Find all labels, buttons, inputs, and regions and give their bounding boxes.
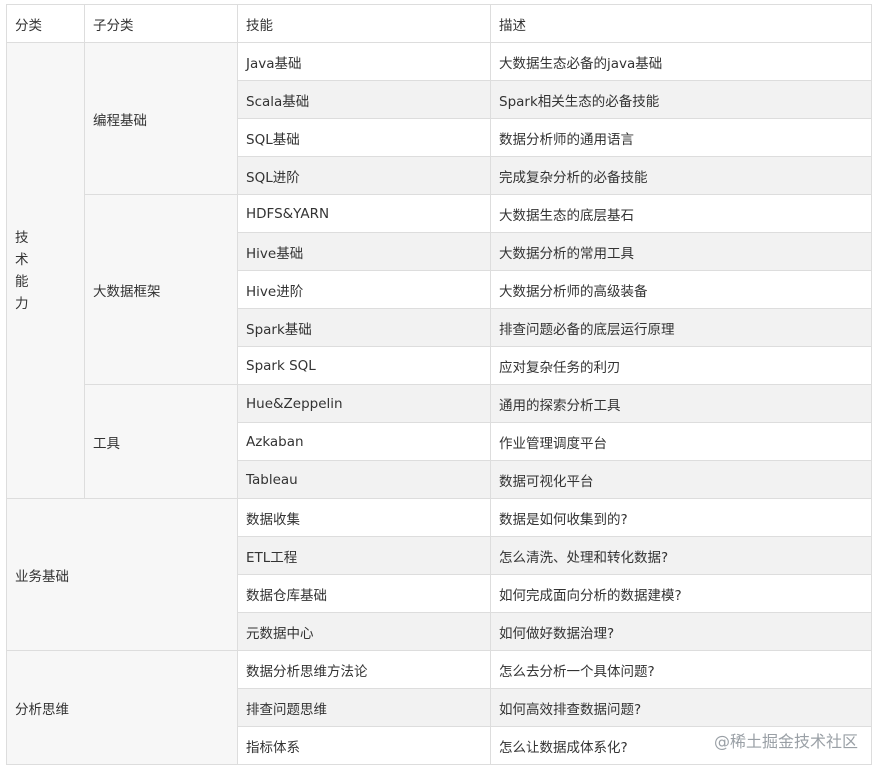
subcategory-programming: 编程基础 [84, 42, 238, 195]
header-subcategory: 子分类 [84, 4, 238, 43]
skill-cell: Hive进阶 [237, 270, 491, 309]
description-cell: 应对复杂任务的利刃 [490, 346, 872, 385]
skill-cell: 元数据中心 [237, 612, 491, 651]
description-cell: 大数据生态必备的java基础 [490, 42, 872, 81]
skill-cell: Hive基础 [237, 232, 491, 271]
header-skill: 技能 [237, 4, 491, 43]
description-cell: 大数据生态的底层基石 [490, 194, 872, 233]
subcategory-bigdata: 大数据框架 [84, 194, 238, 385]
header-description: 描述 [490, 4, 872, 43]
description-cell: 怎么去分析一个具体问题? [490, 650, 872, 689]
description-cell: 完成复杂分析的必备技能 [490, 156, 872, 195]
skill-cell: Spark基础 [237, 308, 491, 347]
description-cell: 如何高效排查数据问题? [490, 688, 872, 727]
skill-cell: Java基础 [237, 42, 491, 81]
skill-cell: Azkaban [237, 422, 491, 461]
description-cell: 大数据分析的常用工具 [490, 232, 872, 271]
watermark: @稀土掘金技术社区 [713, 732, 858, 751]
description-cell: 数据分析师的通用语言 [490, 118, 872, 157]
description-cell: 大数据分析师的高级装备 [490, 270, 872, 309]
category-tech-cell: 技 术 能 力 [6, 42, 85, 499]
skill-cell: Hue&Zeppelin [237, 384, 491, 423]
table-row: 大数据框架 HDFS&YARN 大数据生态的底层基石 [7, 194, 872, 385]
category-tech-label: 技 术 能 力 [15, 229, 29, 312]
description-cell: 如何完成面向分析的数据建模? [490, 574, 872, 613]
skill-cell: 数据收集 [237, 498, 491, 537]
description-cell: 如何做好数据治理? [490, 612, 872, 651]
category-business: 业务基础 [6, 498, 238, 651]
subcategory-tools: 工具 [84, 384, 238, 499]
description-cell: 怎么清洗、处理和转化数据? [490, 536, 872, 575]
skill-cell: ETL工程 [237, 536, 491, 575]
header-row: 分类 子分类 技能 描述 [6, 4, 872, 43]
description-cell: 排查问题必备的底层运行原理 [490, 308, 872, 347]
skill-cell: Scala基础 [237, 80, 491, 119]
table-row: 技 术 能 力 编程基础 Java基础 大数据生态必备的java基础 [6, 42, 872, 499]
skill-cell: 数据分析思维方法论 [237, 650, 491, 689]
skill-cell: SQL基础 [237, 118, 491, 157]
description-cell: 数据是如何收集到的? [490, 498, 872, 537]
description-cell: Spark相关生态的必备技能 [490, 80, 872, 119]
skill-cell: HDFS&YARN [237, 194, 491, 233]
category-thinking: 分析思维 [6, 650, 238, 765]
skill-cell: Tableau [237, 460, 491, 499]
table-row: 分析思维 数据分析思维方法论 怎么去分析一个具体问题? [6, 650, 872, 765]
description-cell: 通用的探索分析工具 [490, 384, 872, 423]
skill-cell: 排查问题思维 [237, 688, 491, 727]
table-row: 业务基础 数据收集 数据是如何收集到的? [6, 498, 872, 651]
table-row: 工具 Hue&Zeppelin 通用的探索分析工具 [7, 384, 872, 499]
description-cell: 作业管理调度平台 [490, 422, 872, 461]
skill-cell: 数据仓库基础 [237, 574, 491, 613]
skill-cell: Spark SQL [237, 346, 491, 385]
skills-table: 分类 子分类 技能 描述 技 术 能 力 编程基础 Java基础 大数据生态必备… [6, 4, 872, 765]
skill-cell: SQL进阶 [237, 156, 491, 195]
header-category: 分类 [6, 4, 85, 43]
skill-cell: 指标体系 [237, 726, 491, 765]
description-cell: 数据可视化平台 [490, 460, 872, 499]
